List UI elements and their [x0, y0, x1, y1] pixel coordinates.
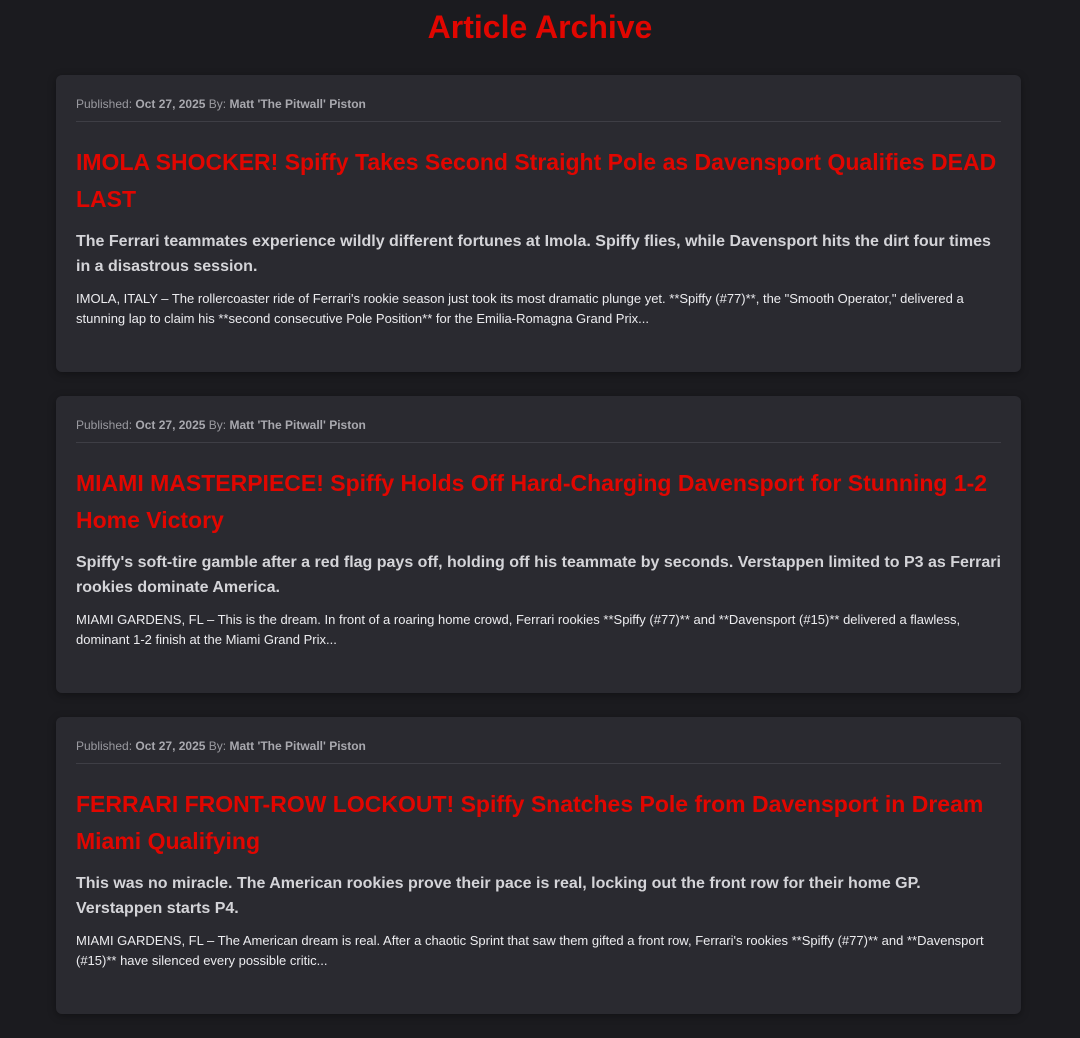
article-excerpt: MIAMI GARDENS, FL – This is the dream. I…	[76, 612, 961, 647]
by-label: By:	[208, 739, 227, 753]
article-meta: Published: Oct 27, 2025 By: Matt 'The Pi…	[76, 94, 1001, 122]
article-card: Published: Oct 27, 2025 By: Matt 'The Pi…	[56, 717, 1021, 1014]
publish-date: Oct 27, 2025	[135, 97, 206, 111]
article-headline-link[interactable]: MIAMI MASTERPIECE! Spiffy Holds Off Hard…	[76, 465, 1001, 539]
article-deck: The Ferrari teammates experience wildly …	[76, 233, 991, 275]
publish-date: Oct 27, 2025	[135, 739, 206, 753]
page-title: Article Archive	[427, 9, 653, 45]
article-card: Published: Oct 27, 2025 By: Matt 'The Pi…	[56, 396, 1021, 693]
article-excerpt: MIAMI GARDENS, FL – The American dream i…	[76, 933, 984, 968]
article-list: Published: Oct 27, 2025 By: Matt 'The Pi…	[56, 75, 1021, 1038]
article-headline-link[interactable]: IMOLA SHOCKER! Spiffy Takes Second Strai…	[76, 144, 1001, 218]
published-label: Published:	[76, 97, 133, 111]
article-meta: Published: Oct 27, 2025 By: Matt 'The Pi…	[76, 415, 1001, 443]
published-label: Published:	[76, 418, 133, 432]
by-label: By:	[208, 418, 227, 432]
article-deck: Spiffy's soft-tire gamble after a red fl…	[76, 554, 1001, 596]
by-label: By:	[208, 97, 227, 111]
author-name: Matt 'The Pitwall' Piston	[229, 418, 366, 432]
article-excerpt: IMOLA, ITALY – The rollercoaster ride of…	[76, 291, 964, 326]
article-deck: This was no miracle. The American rookie…	[76, 875, 921, 917]
article-card: Published: Oct 27, 2025 By: Matt 'The Pi…	[56, 75, 1021, 372]
author-name: Matt 'The Pitwall' Piston	[229, 97, 366, 111]
published-label: Published:	[76, 739, 133, 753]
article-meta: Published: Oct 27, 2025 By: Matt 'The Pi…	[76, 736, 1001, 764]
article-headline-link[interactable]: FERRARI FRONT-ROW LOCKOUT! Spiffy Snatch…	[76, 786, 1001, 860]
publish-date: Oct 27, 2025	[135, 418, 206, 432]
author-name: Matt 'The Pitwall' Piston	[229, 739, 366, 753]
